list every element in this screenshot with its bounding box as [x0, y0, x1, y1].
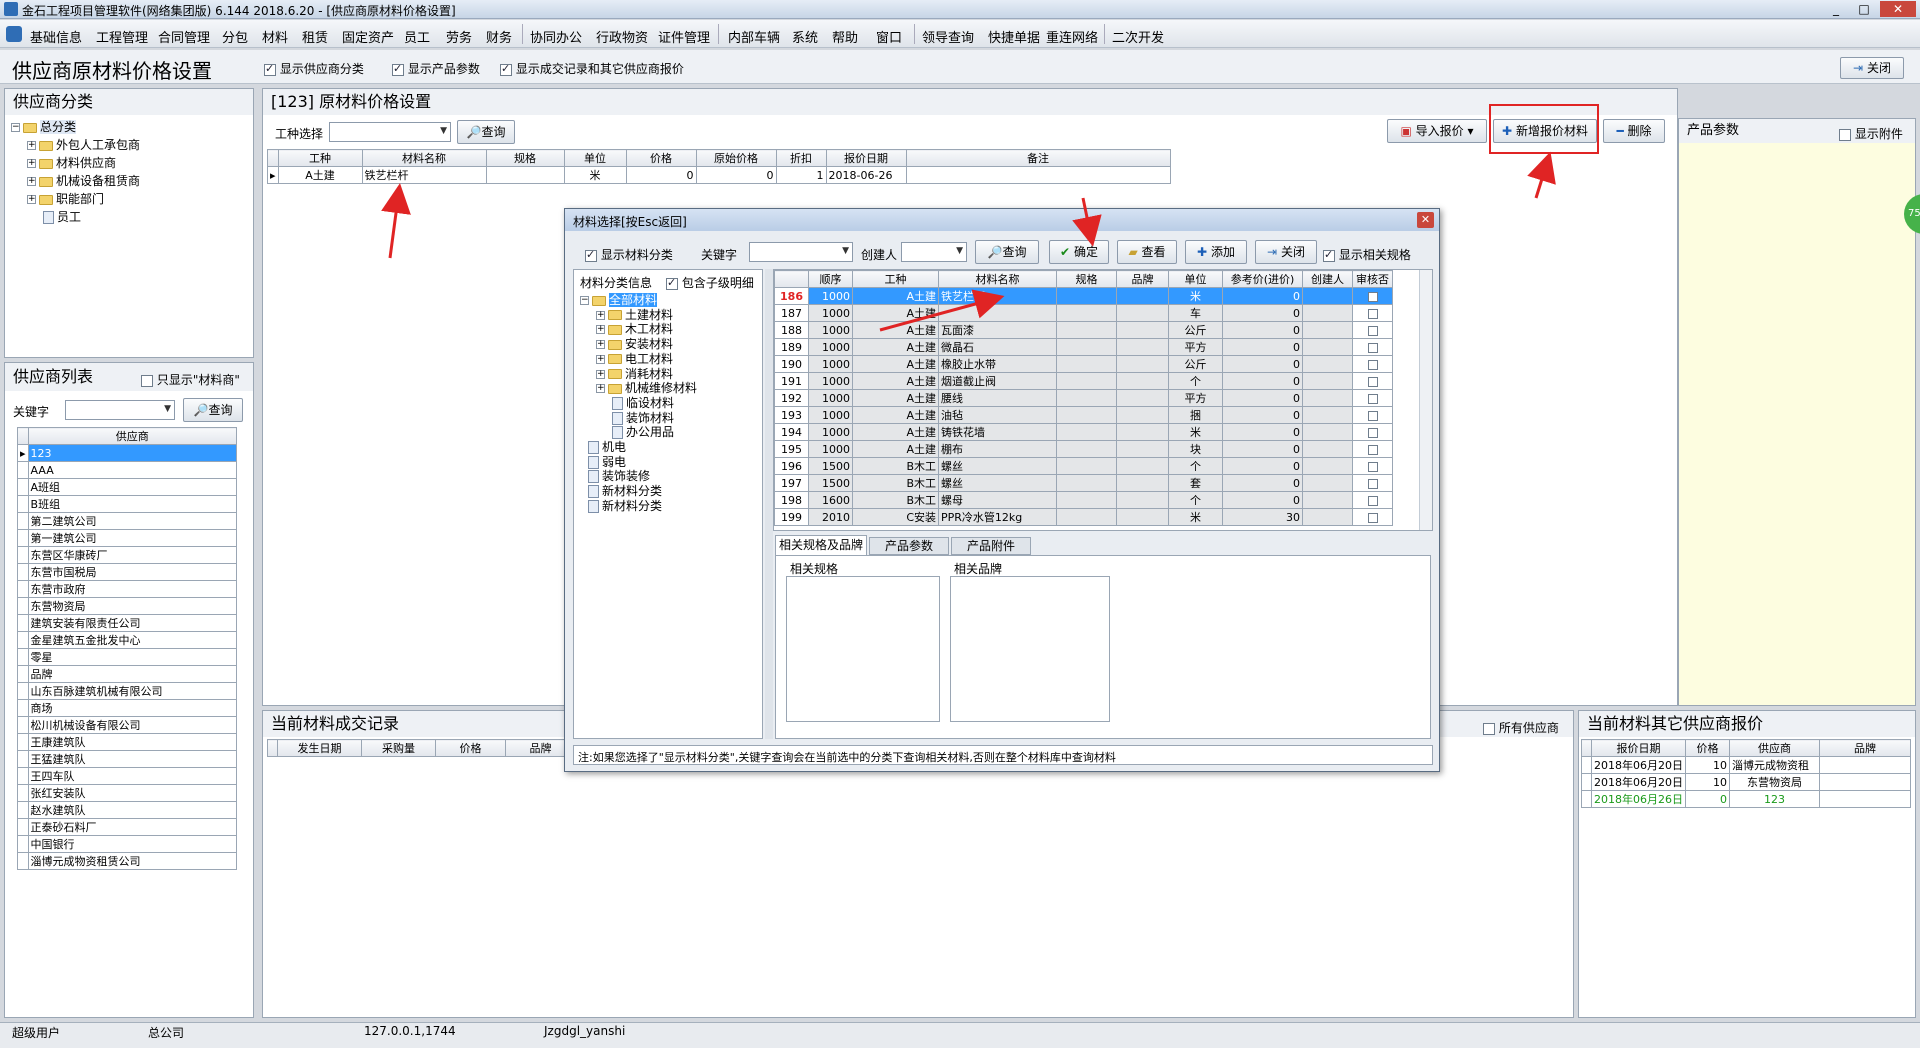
annotation-arrows — [381, 151, 1556, 332]
status-ip: 127.0.0.1,1744 — [364, 1024, 456, 1038]
arrow-confirm — [1072, 197, 1102, 247]
status-bar: 超级用户 总公司 127.0.0.1,1744 Jzgdgl_yanshi — [0, 1022, 1920, 1048]
arrow-material-name — [381, 183, 411, 259]
status-db: Jzgdgl_yanshi — [544, 1024, 626, 1038]
arrow-add-button — [1527, 151, 1556, 199]
status-user: 超级用户 — [12, 1026, 61, 1040]
status-company: 总公司 — [148, 1026, 185, 1040]
arrow-selected-row — [879, 289, 1005, 332]
